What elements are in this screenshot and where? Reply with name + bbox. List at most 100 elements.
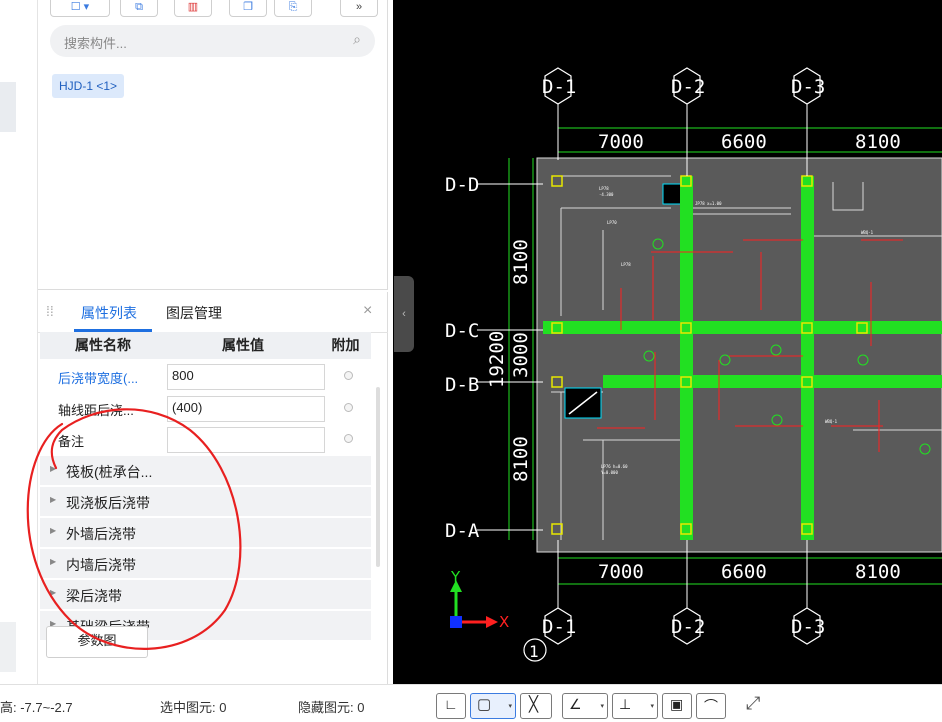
beam-vertical (680, 176, 693, 540)
header-name: 属性名称 (40, 332, 167, 359)
new-component-icon[interactable]: ☐ ▾ (50, 0, 110, 17)
svg-text:Y=0.000: Y=0.000 (601, 470, 618, 475)
left-side-panel (0, 0, 38, 684)
component-item[interactable]: HJD-1 <1> (52, 74, 125, 98)
beam-vertical (801, 176, 814, 540)
dim-left-3: 8100 (510, 436, 532, 482)
axis-top-3: D-3 (791, 76, 825, 98)
floor-number: 1 (529, 642, 539, 661)
status-bar: 高: -7.7~-2.7 选中图元: 0 隐藏图元: 0 ∟ ▢ ▾ ╳ ∠ ▾ ⊥… (0, 684, 942, 722)
axis-left-b: D-B (445, 374, 479, 396)
curve-icon[interactable]: ⌒ (696, 693, 726, 719)
dim-bottom-2: 6600 (721, 561, 767, 583)
display-icon[interactable]: ▣ (662, 693, 692, 719)
angle-icon[interactable]: ∠ ▾ (562, 693, 608, 719)
attach-radio[interactable] (344, 371, 353, 380)
svg-text:LP70: LP70 (607, 220, 617, 225)
group-label: 内墙后浇带 (66, 557, 136, 573)
dim-left-total: 19200 (486, 331, 508, 388)
group-row[interactable]: ▶ 内墙后浇带 (40, 549, 371, 579)
property-row[interactable]: 轴线距后浇... (400) (40, 393, 371, 424)
more-icon[interactable]: » (340, 0, 378, 17)
elevation-readout: 高: -7.7~-2.7 (0, 700, 73, 715)
collapse-panel-handle[interactable]: ‹ (394, 276, 414, 352)
group-label: 筏板(桩承台... (66, 464, 153, 480)
property-scrollbar[interactable] (376, 387, 380, 567)
search-input[interactable]: 搜索构件... ⌕ (50, 25, 375, 57)
svg-text:LP78: LP78 (599, 186, 609, 191)
property-value-input[interactable]: (400) (167, 396, 325, 422)
group-row[interactable]: ▶ 梁后浇带 (40, 580, 371, 610)
expand-arrow-icon[interactable]: ▶ (50, 464, 56, 473)
cross-select-icon[interactable]: ╳ (520, 693, 552, 719)
dim-top-1: 7000 (598, 131, 644, 153)
select-box-icon[interactable]: ▢ ▾ (470, 693, 516, 719)
search-placeholder: 搜索构件... (64, 36, 127, 51)
ucs-x-label: X (499, 613, 509, 631)
group-row[interactable]: ▶ 筏板(桩承台... (40, 456, 371, 486)
property-value-input[interactable] (167, 427, 325, 453)
group-row[interactable]: ▶ 现浇板后浇带 (40, 487, 371, 517)
ortho-icon[interactable]: ∟ (436, 693, 466, 719)
expand-arrow-icon[interactable]: ▶ (50, 557, 56, 566)
svg-text:LP76 h=0.60: LP76 h=0.60 (601, 464, 628, 469)
attach-radio[interactable] (344, 434, 353, 443)
delete-icon[interactable]: ▥ (174, 0, 212, 17)
layer-copy-icon[interactable]: ❐ (229, 0, 267, 17)
group-label: 现浇板后浇带 (66, 495, 150, 511)
param-diagram-button[interactable]: 参数图 (46, 626, 148, 658)
close-icon[interactable]: × (363, 302, 372, 320)
tab-property-list[interactable]: 属性列表 (81, 303, 137, 323)
axis-top-2: D-2 (671, 76, 705, 98)
property-row[interactable]: 备注 (40, 424, 371, 455)
svg-text:WBQ-1: WBQ-1 (825, 419, 838, 424)
axis-bottom-2: D-2 (671, 616, 705, 638)
svg-text:JP78 x=1.00: JP78 x=1.00 (695, 201, 722, 206)
axis-bottom-1: D-1 (542, 616, 576, 638)
group-label: 梁后浇带 (66, 588, 122, 604)
component-list-panel: ☐ ▾ ⧉ ▥ ❐ ⎘ » 搜索构件... ⌕ HJD-1 <1> (38, 0, 388, 290)
dim-left-2: 3000 (510, 332, 532, 378)
slab-area (536, 157, 942, 553)
group-label: 外墙后浇带 (66, 526, 136, 542)
property-value-input[interactable]: 800 (167, 364, 325, 390)
beam-horizontal (603, 375, 942, 388)
property-row[interactable]: 后浇带宽度(... 800 (40, 361, 371, 392)
expand-arrow-icon[interactable]: ▶ (50, 495, 56, 504)
property-name: 后浇带宽度(... (58, 371, 139, 386)
search-icon[interactable]: ⌕ (353, 31, 361, 48)
copy-icon[interactable]: ⧉ (120, 0, 158, 17)
selected-count: 选中图元: 0 (160, 700, 227, 715)
drawing-canvas[interactable]: LP78 -4.300 LP70 LP78 JP78 x=1.00 WBQ-1 LP76… (393, 0, 942, 684)
ucs-y-label: Y (450, 568, 461, 586)
property-name: 轴线距后浇... (58, 403, 134, 418)
property-tabbar: ⁞⁞ 属性列表 图层管理 × (38, 292, 388, 333)
dim-left-1: 8100 (510, 239, 532, 285)
floor-plan-drawing: LP78-4.300LP70 LP78JP78 x=1.00WBQ-1 LP76… (445, 67, 942, 662)
fullscreen-icon[interactable]: ⤢ (746, 693, 760, 714)
expand-arrow-icon[interactable]: ▶ (50, 588, 56, 597)
axis-top-1: D-1 (542, 76, 576, 98)
axis-bottom-3: D-3 (791, 616, 825, 638)
drag-handle-icon[interactable]: ⁞⁞ (46, 303, 54, 319)
hidden-count: 隐藏图元: 0 (298, 700, 365, 715)
dim-top-3: 8100 (855, 131, 901, 153)
axis-left-a: D-A (445, 520, 480, 542)
dim-top-2: 6600 (721, 131, 767, 153)
left-panel-selection[interactable] (0, 82, 16, 132)
expand-arrow-icon[interactable]: ▶ (50, 526, 56, 535)
axis-left-c: D-C (445, 320, 479, 342)
attach-radio[interactable] (344, 403, 353, 412)
tab-layer-management[interactable]: 图层管理 (166, 303, 222, 323)
header-extra: 附加 (320, 332, 371, 359)
property-name: 备注 (58, 434, 85, 449)
svg-text:LP78: LP78 (621, 262, 631, 267)
property-panel: ⁞⁞ 属性列表 图层管理 × 属性名称 属性值 附加 后浇带宽度(... 800… (38, 292, 388, 684)
header-value: 属性值 (166, 332, 321, 359)
snap-icon[interactable]: ⊥ ▾ (612, 693, 658, 719)
beam-horizontal (543, 321, 942, 334)
group-row[interactable]: ▶ 外墙后浇带 (40, 518, 371, 548)
dim-bottom-3: 8100 (855, 561, 901, 583)
paste-icon[interactable]: ⎘ (274, 0, 312, 17)
svg-text:-4.300: -4.300 (599, 192, 614, 197)
